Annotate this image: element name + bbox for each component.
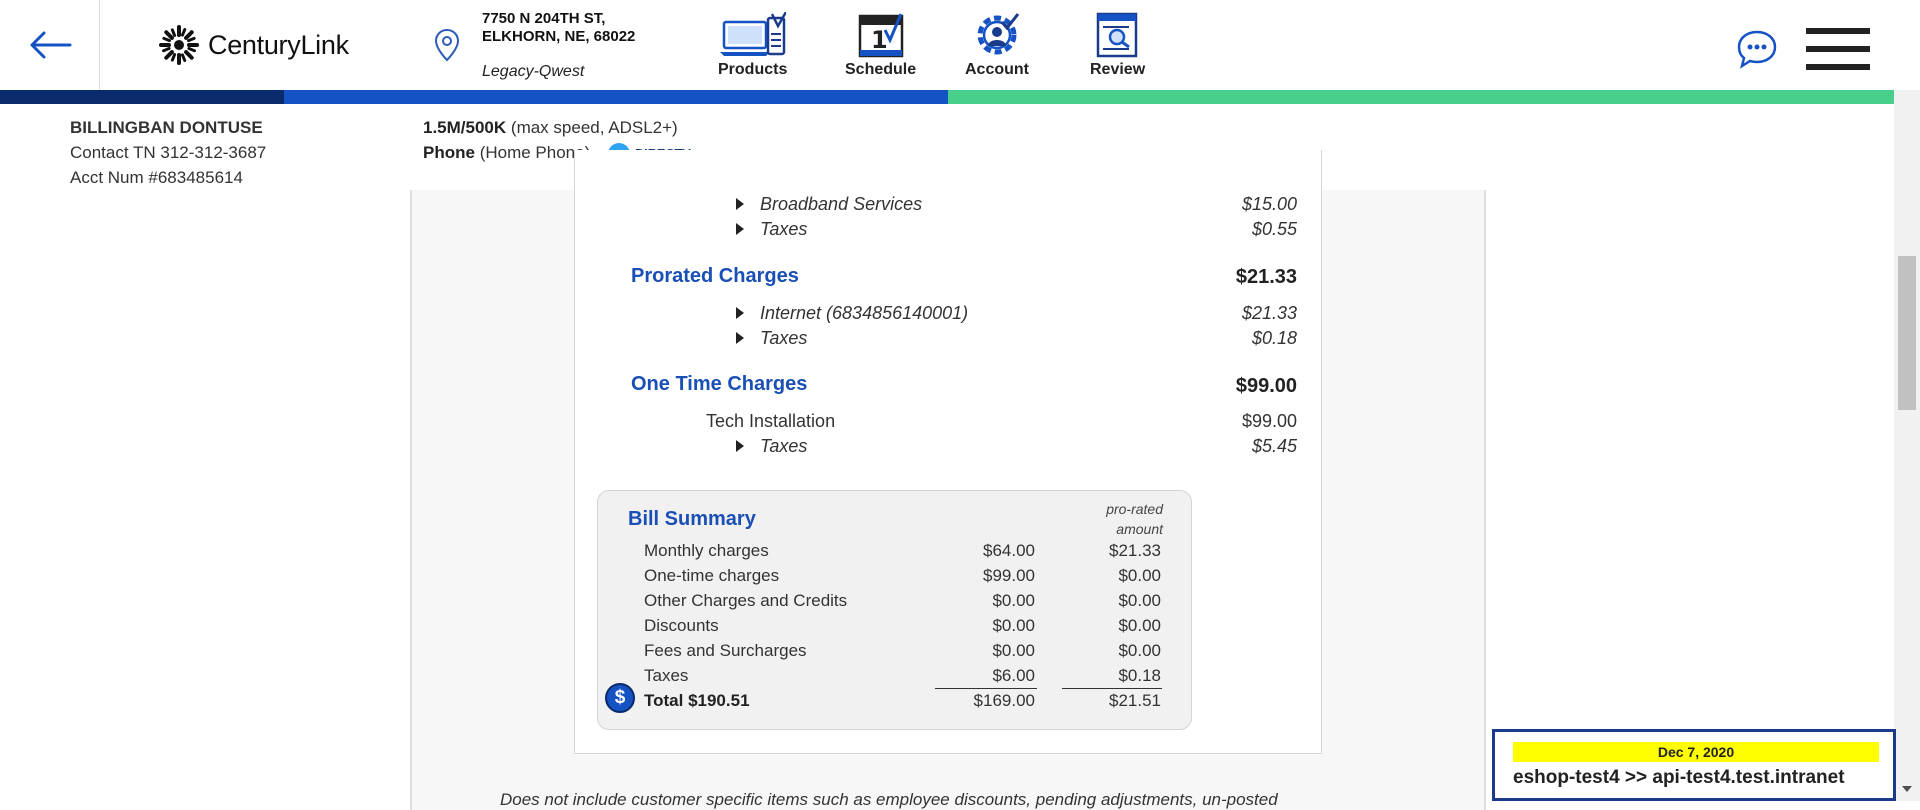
- taxes-prorated-amount: $0.18: [1251, 328, 1297, 348]
- monitor-checklist-icon: [719, 12, 786, 56]
- nav-review[interactable]: Review: [1090, 12, 1145, 79]
- broadband-amount: $15.00: [1241, 194, 1297, 214]
- internet-service-line: 1.5M/500K (max speed, ADSL2+): [423, 115, 691, 140]
- taxes-recurring-amount: $0.55: [1251, 219, 1297, 239]
- disclaimer-text: Does not include customer specific items…: [500, 790, 1278, 809]
- summary-row-amount: $6.00: [992, 666, 1035, 685]
- progress-segment-current: [284, 90, 948, 104]
- contact-tn: Contact TN 312-312-3687: [70, 143, 267, 162]
- hamburger-menu-icon[interactable]: [1806, 28, 1870, 70]
- service-address: 7750 N 204TH ST, ELKHORN, NE, 68022: [482, 10, 635, 46]
- summary-row-amount: $0.00: [992, 591, 1035, 610]
- progress-segment-done: [0, 90, 284, 104]
- progress-segment-remaining: [948, 90, 1894, 104]
- summary-row-prorated: $0.00: [1118, 566, 1161, 585]
- broadband-label: Broadband Services: [760, 194, 923, 214]
- prorated-header-line2: amount: [1116, 521, 1163, 537]
- phone-service: Phone: [423, 143, 475, 162]
- summary-row-prorated: $0.00: [1118, 641, 1161, 660]
- internet-speed: 1.5M/500K: [423, 118, 507, 137]
- nav-account-label: Account: [965, 61, 1029, 78]
- bill-summary-card: Bill Summary pro-rated amount Monthly ch…: [597, 490, 1192, 730]
- amount-total-rule: [935, 688, 1037, 689]
- summary-row-label: Discounts: [644, 616, 719, 635]
- account-number: Acct Num #683485614: [70, 168, 243, 187]
- order-progress-bar: [0, 90, 1894, 104]
- nav-products[interactable]: Products: [718, 12, 787, 79]
- summary-row-amount: $99.00: [983, 566, 1035, 585]
- calendar-check-icon: 1: [858, 13, 903, 58]
- gear-user-icon: [977, 13, 1020, 55]
- summary-row-label: Monthly charges: [644, 541, 769, 560]
- arrow-left-icon: [30, 31, 71, 59]
- page-scrollbar[interactable]: [1894, 90, 1920, 801]
- nav-schedule[interactable]: 1 Schedule: [845, 12, 916, 79]
- centurylink-logo[interactable]: CenturyLink: [158, 24, 349, 66]
- tech-installation-label: Tech Installation: [706, 411, 836, 431]
- centurylink-burst-icon: [159, 25, 199, 65]
- summary-total-label: Total $190.51: [644, 691, 750, 710]
- expand-caret-taxes-onetime[interactable]: [736, 440, 744, 452]
- scrollbar-thumb[interactable]: [1898, 256, 1916, 410]
- expand-caret-broadband[interactable]: [736, 198, 744, 210]
- bill-summary-title: Bill Summary: [628, 508, 756, 530]
- summary-row-amount: $0.00: [992, 641, 1035, 660]
- scroll-down-arrow-icon[interactable]: [1902, 786, 1912, 792]
- location-pin-icon: [434, 28, 460, 62]
- summary-row-prorated: $21.33: [1109, 541, 1161, 560]
- logo-wordmark: CenturyLink: [208, 29, 349, 60]
- environment-route: eshop-test4 >> api-test4.test.intranet: [1513, 767, 1845, 788]
- nav-products-label: Products: [718, 61, 788, 78]
- environment-date: Dec 7, 2020: [1513, 742, 1879, 762]
- tech-installation-amount: $99.00: [1241, 411, 1297, 431]
- summary-row-amount: $64.00: [983, 541, 1035, 560]
- taxes-prorated-label: Taxes: [760, 328, 808, 348]
- expand-caret-taxes-recurring[interactable]: [736, 223, 744, 235]
- nav-account[interactable]: Account: [965, 12, 1029, 79]
- summary-row-label: One-time charges: [644, 566, 780, 585]
- summary-row-amount: $0.00: [992, 616, 1035, 635]
- one-time-charges-title[interactable]: One Time Charges: [631, 373, 807, 396]
- summary-row-label: Other Charges and Credits: [644, 591, 848, 610]
- prorated-column-header: pro-rated amount: [1106, 499, 1163, 539]
- expand-caret-internet[interactable]: [736, 307, 744, 319]
- one-time-charges-total: $99.00: [1235, 375, 1297, 397]
- prorated-charges-total: $21.33: [1235, 266, 1297, 288]
- chat-bubble-icon[interactable]: [1735, 26, 1781, 72]
- prorated-total-rule: [1062, 688, 1162, 689]
- summary-total-amount: $169.00: [973, 691, 1035, 710]
- customer-name: BILLINGBAN DONTUSE: [70, 118, 263, 137]
- taxes-recurring-label: Taxes: [760, 219, 808, 239]
- environment-badge: Dec 7, 2020 eshop-test4 >> api-test4.tes…: [1492, 729, 1896, 801]
- address-line1: 7750 N 204TH ST,: [482, 10, 606, 27]
- nav-review-label: Review: [1090, 61, 1146, 78]
- internet-charge-label: Internet (6834856140001): [760, 303, 969, 323]
- dollar-icon: $: [605, 683, 635, 713]
- customer-info: BILLINGBAN DONTUSE Contact TN 312-312-36…: [70, 115, 266, 190]
- document-search-icon: [1096, 12, 1137, 58]
- top-header: CenturyLink 7750 N 204TH ST, ELKHORN, NE…: [0, 0, 1894, 90]
- prorated-charges-title[interactable]: Prorated Charges: [631, 265, 799, 288]
- nav-schedule-label: Schedule: [845, 61, 917, 78]
- expand-caret-taxes-prorated[interactable]: [736, 332, 744, 344]
- summary-row-prorated: $0.18: [1118, 666, 1161, 685]
- summary-row-label: Taxes: [644, 666, 689, 685]
- summary-row-prorated: $0.00: [1118, 591, 1161, 610]
- summary-row-prorated: $0.00: [1118, 616, 1161, 635]
- internet-speed-detail: (max speed, ADSL2+): [510, 118, 678, 137]
- address-line2: ELKHORN, NE, 68022: [482, 28, 636, 45]
- back-button[interactable]: [0, 0, 100, 90]
- summary-row-label: Fees and Surcharges: [644, 641, 807, 660]
- summary-total-prorated: $21.51: [1109, 691, 1161, 710]
- prorated-header-line1: pro-rated: [1106, 501, 1163, 517]
- legacy-label: Legacy-Qwest: [482, 63, 585, 80]
- taxes-onetime-label: Taxes: [760, 436, 808, 456]
- internet-charge-amount: $21.33: [1241, 303, 1297, 323]
- taxes-onetime-amount: $5.45: [1251, 436, 1297, 456]
